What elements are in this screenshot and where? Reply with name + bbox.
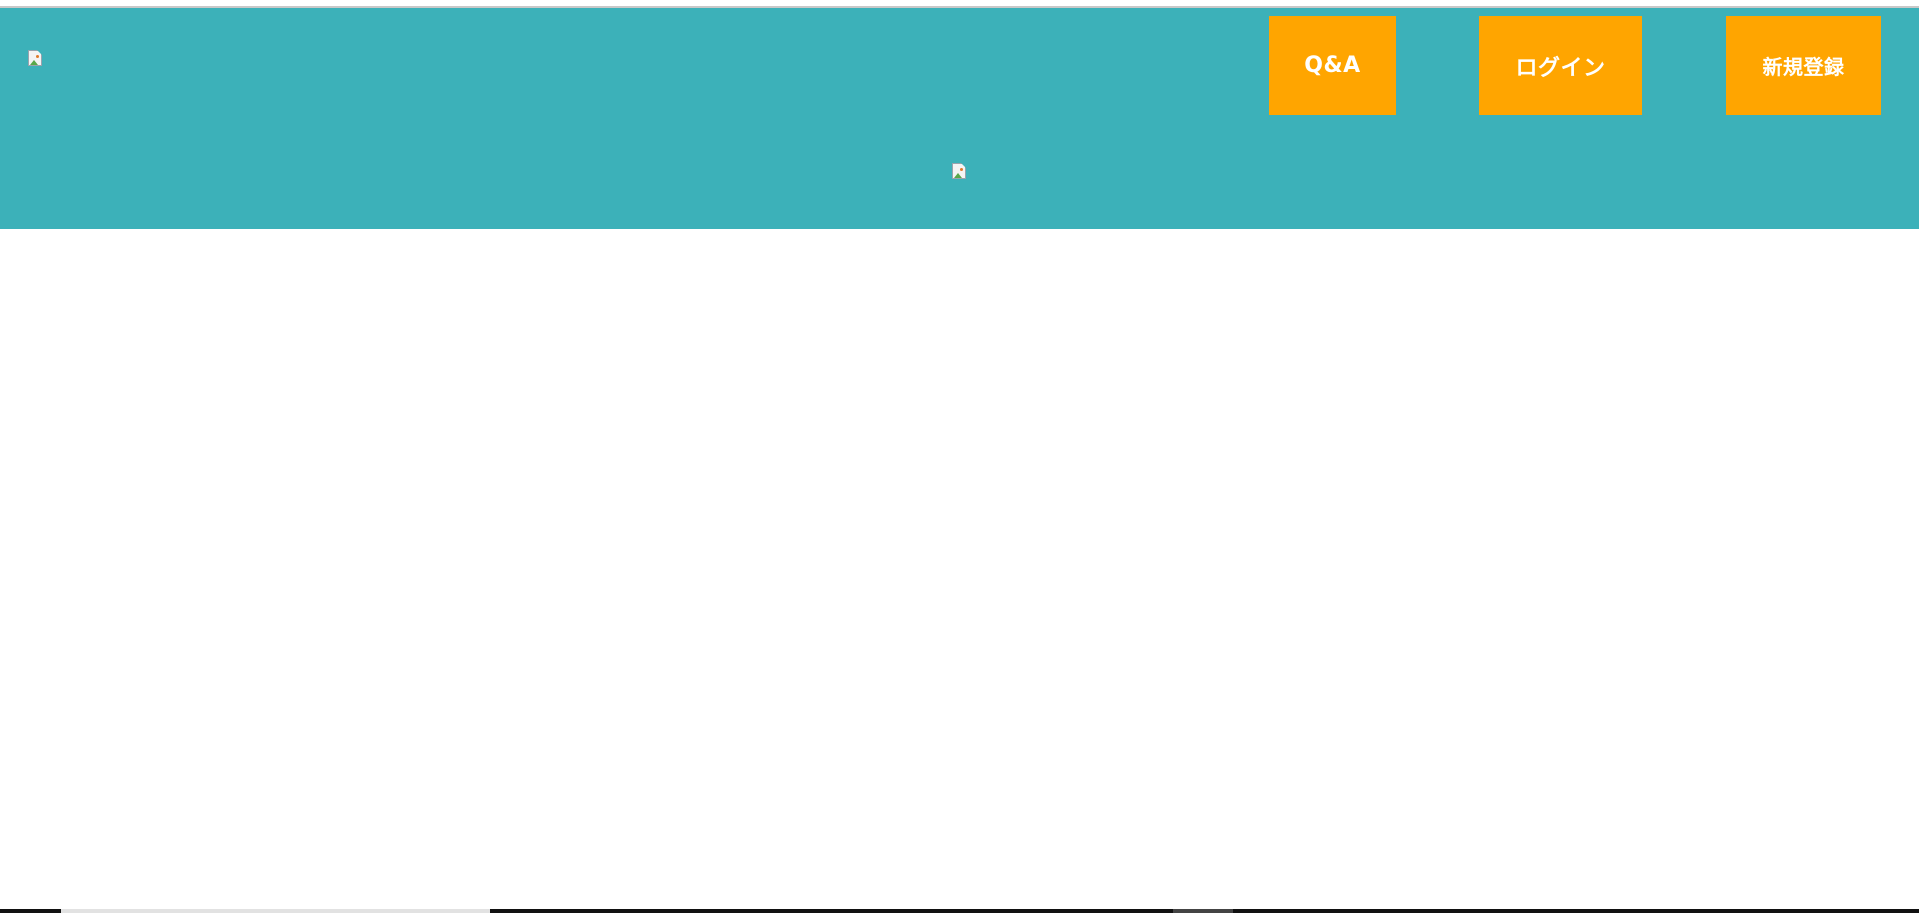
top-border — [0, 0, 1919, 8]
horizontal-scrollbar-thumb[interactable] — [61, 909, 490, 913]
hero-broken-image-icon — [951, 162, 971, 182]
login-button[interactable]: ログイン — [1479, 16, 1642, 115]
signup-button[interactable]: 新規登録 — [1726, 16, 1881, 115]
logo-broken-image-icon[interactable] — [27, 49, 47, 69]
taskbar-indicator — [1173, 909, 1233, 913]
site-header: Q&A ログイン 新規登録 — [0, 8, 1919, 229]
qa-button[interactable]: Q&A — [1269, 16, 1396, 115]
page: Q&A ログイン 新規登録 — [0, 0, 1919, 913]
